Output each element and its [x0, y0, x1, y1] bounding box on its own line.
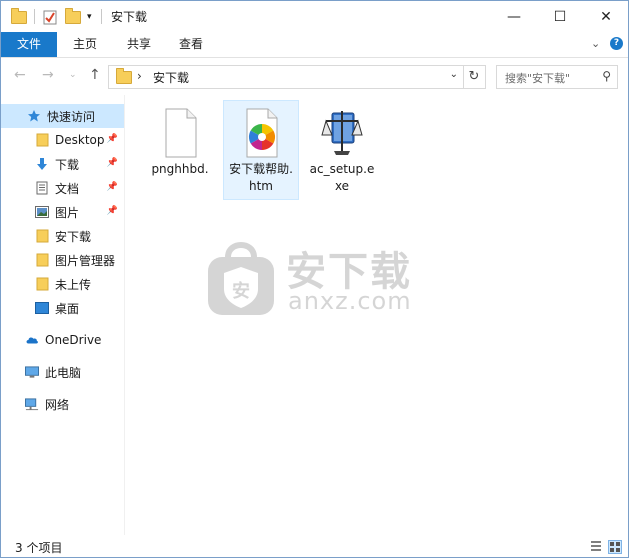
- ribbon-expand-icon[interactable]: ⌄: [591, 37, 600, 50]
- pin-icon[interactable]: 📌: [107, 134, 118, 144]
- item-count: 3 个项目: [15, 541, 63, 555]
- explorer-window: ▾ 安下载 — ☐ ✕ 文件 主页 共享 查看 ⌄ ? ← → ⌄ ↑ › 安下…: [0, 0, 629, 558]
- folder-icon: [35, 253, 49, 267]
- folder-icon[interactable]: [11, 7, 27, 26]
- blank-file-icon: [156, 107, 204, 159]
- large-icons-view-icon[interactable]: [608, 540, 622, 554]
- forward-arrow-icon[interactable]: →: [42, 67, 54, 83]
- back-arrow-icon[interactable]: ←: [14, 67, 26, 83]
- tab-file[interactable]: 文件: [1, 32, 57, 57]
- sidebar-item-downloads[interactable]: 下载 📌: [1, 152, 124, 176]
- sidebar-item-not-uploaded[interactable]: 未上传: [1, 272, 124, 296]
- status-bar: 3 个项目: [1, 535, 628, 557]
- sidebar-item-pictures[interactable]: 图片 📌: [1, 200, 124, 224]
- folder-icon: [35, 277, 49, 291]
- navigation-pane: 快速访问 Desktop 📌 下载 📌 文档 📌 图片 📌 安下载 图片管理器 …: [1, 95, 125, 535]
- details-view-icon[interactable]: [590, 540, 602, 552]
- address-row: ← → ⌄ ↑ › 安下载 ⌄ ↻ 搜索"安下载" ⚲: [1, 58, 628, 95]
- sidebar-item-onedrive[interactable]: OneDrive: [1, 328, 124, 352]
- download-arrow-icon: [35, 157, 49, 171]
- file-item-pnghhbd[interactable]: pnghhbd.: [143, 101, 217, 182]
- folder-icon: [35, 229, 49, 243]
- sidebar-item-this-pc[interactable]: 此电脑: [1, 360, 124, 384]
- computer-icon: [25, 365, 39, 379]
- sidebar-item-network[interactable]: 网络: [1, 392, 124, 416]
- file-item-ac-setup[interactable]: ac_setup.exe: [305, 101, 379, 199]
- tab-share[interactable]: 共享: [113, 32, 165, 57]
- sidebar-item-anxiazai[interactable]: 安下载: [1, 224, 124, 248]
- document-icon: [35, 181, 49, 195]
- htm-file-icon: [237, 107, 285, 159]
- pin-icon[interactable]: 📌: [107, 182, 118, 192]
- path-separator: ›: [137, 69, 142, 83]
- sidebar-item-quick-access[interactable]: 快速访问: [1, 104, 124, 128]
- search-input[interactable]: 搜索"安下载" ⚲: [496, 65, 618, 89]
- cloud-icon: [25, 333, 39, 347]
- file-name: 安下载帮助.htm: [229, 162, 293, 193]
- refresh-button[interactable]: ↻: [463, 65, 486, 89]
- search-icon: ⚲: [602, 69, 611, 83]
- sidebar-item-image-manager[interactable]: 图片管理器: [1, 248, 124, 272]
- title-bar: ▾ 安下载 — ☐ ✕: [1, 1, 628, 32]
- help-icon[interactable]: ?: [610, 37, 623, 50]
- pin-icon[interactable]: 📌: [107, 158, 118, 168]
- picture-icon: [35, 205, 49, 219]
- search-placeholder: 搜索"安下载": [505, 72, 571, 85]
- address-dropdown-icon[interactable]: ⌄: [450, 69, 458, 80]
- close-button[interactable]: ✕: [583, 1, 629, 32]
- sidebar-item-documents[interactable]: 文档 📌: [1, 176, 124, 200]
- network-icon: [25, 397, 39, 411]
- breadcrumb-current[interactable]: 安下载: [153, 69, 189, 86]
- minimize-button[interactable]: —: [491, 1, 537, 32]
- tab-view[interactable]: 查看: [165, 32, 217, 57]
- properties-check-icon[interactable]: [43, 8, 57, 26]
- up-arrow-icon[interactable]: ↑: [89, 67, 101, 83]
- recent-locations-icon[interactable]: ⌄: [69, 70, 77, 80]
- folder-icon: [116, 68, 132, 87]
- file-name: pnghhbd.: [151, 162, 209, 176]
- quick-access-dropdown-icon[interactable]: ▾: [87, 8, 92, 26]
- file-name: ac_setup.exe: [309, 162, 375, 193]
- address-bar[interactable]: › 安下载 ⌄: [108, 65, 464, 89]
- file-item-help-htm[interactable]: 安下载帮助.htm: [223, 100, 299, 200]
- watermark-logo: 安 安下载 anxz.com: [206, 237, 466, 319]
- maximize-button[interactable]: ☐: [537, 1, 583, 32]
- folder-icon: [35, 133, 49, 147]
- desktop-icon: [35, 301, 49, 315]
- pin-icon[interactable]: 📌: [107, 206, 118, 216]
- watermark-domain: anxz.com: [288, 287, 412, 315]
- window-title: 安下载: [111, 10, 148, 24]
- ribbon-tabs: 文件 主页 共享 查看 ⌄ ?: [1, 32, 628, 58]
- installer-scales-icon: [318, 107, 366, 159]
- tab-home[interactable]: 主页: [59, 32, 111, 57]
- sidebar-item-desktop-cn[interactable]: 桌面: [1, 296, 124, 320]
- star-icon: [27, 109, 41, 123]
- watermark-badge: 安: [232, 281, 250, 302]
- new-folder-icon[interactable]: [65, 7, 81, 26]
- sidebar-item-desktop[interactable]: Desktop 📌: [1, 128, 124, 152]
